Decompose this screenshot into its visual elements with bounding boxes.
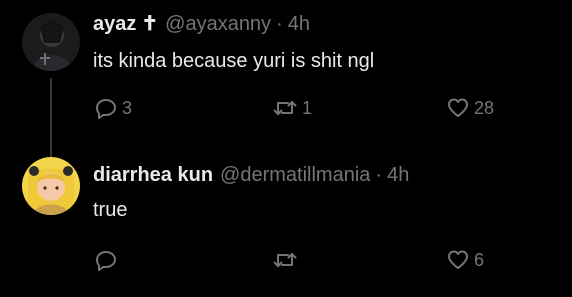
reply-icon [96,251,116,271]
like-count: 6 [474,250,485,270]
timestamp[interactable]: 4h [387,163,409,187]
separator-dot: · [276,13,283,35]
tweet-header: ayaz ✝ @ayaxanny · 4h [93,12,310,36]
display-name[interactable]: ayaz [93,12,136,36]
tweet[interactable]: diarrhea kun @dermatillmania · 4h true 6 [0,140,572,297]
heart-icon [448,250,468,269]
avatar-image [22,13,80,71]
like-count: 28 [474,98,495,118]
reply-button[interactable]: 3 [94,96,132,120]
timestamp[interactable]: 4h [288,12,310,36]
reply-count: 3 [122,98,133,118]
retweet-button[interactable]: 1 [272,96,312,120]
reply-button[interactable] [94,248,122,272]
tweet[interactable]: ayaz ✝ @ayaxanny · 4h its kinda because … [0,0,572,160]
reply-thread: ayaz ✝ @ayaxanny · 4h its kinda because … [0,0,572,297]
user-handle[interactable]: @ayaxanny [165,12,271,36]
like-button[interactable]: 28 [446,96,494,120]
user-handle[interactable]: @dermatillmania [220,163,370,187]
avatar-image [22,157,80,215]
like-button[interactable]: 6 [446,248,484,272]
heart-icon [448,98,468,117]
retweet-icon [273,253,297,267]
reply-icon [96,99,116,119]
avatar[interactable] [22,13,80,71]
retweet-button[interactable] [272,248,302,272]
name-badge-cross: ✝ [141,13,159,35]
display-name[interactable]: diarrhea kun [93,163,213,187]
tweet-text: its kinda because yuri is shit ngl [93,50,375,72]
retweet-count: 1 [302,98,313,118]
separator-dot: · [375,164,383,186]
tweet-header: diarrhea kun @dermatillmania · 4h [93,163,409,187]
tweet-text: true [93,199,128,221]
retweet-icon [273,101,297,115]
avatar[interactable] [22,157,80,215]
